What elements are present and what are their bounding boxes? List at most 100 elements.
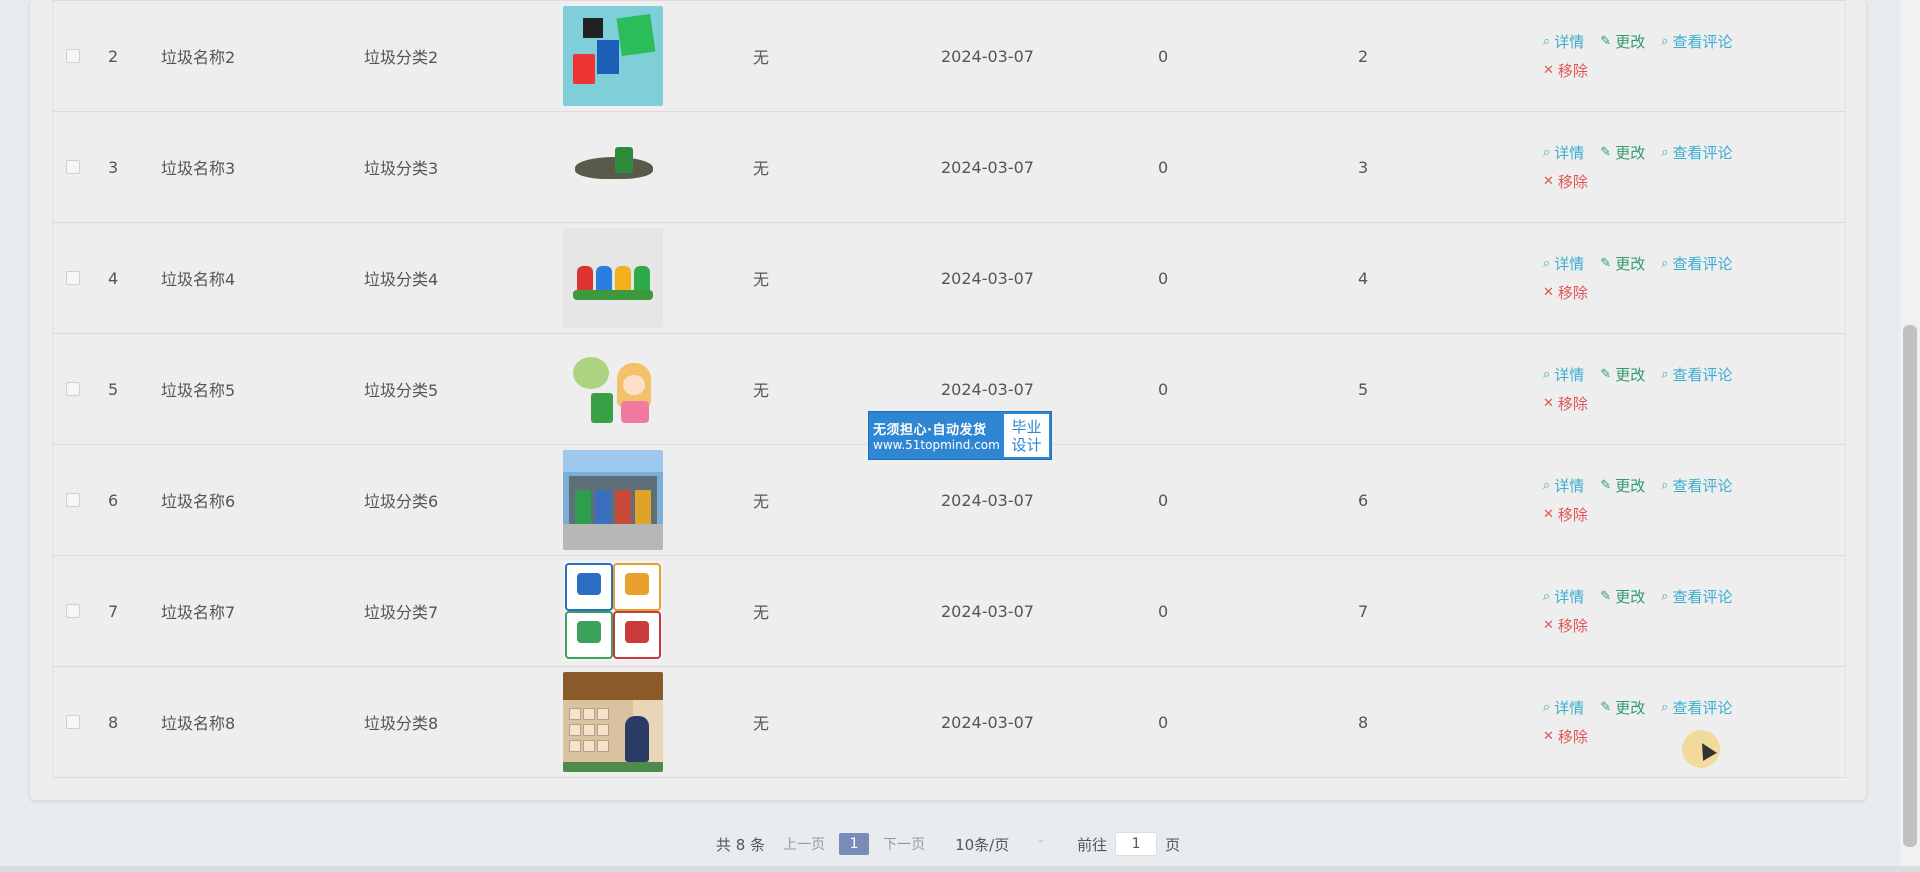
page-size-label: 10条/页 <box>955 835 1010 854</box>
review-button[interactable]: ⌕ 查看评论 <box>1661 586 1732 607</box>
review-label: 查看评论 <box>1672 255 1733 273</box>
search-icon: ⌕ <box>1543 34 1551 49</box>
remove-button[interactable]: ✕ 移除 <box>1543 171 1588 192</box>
row-date: 2024-03-07 <box>941 46 1034 66</box>
detail-button[interactable]: ⌕ 详情 <box>1543 475 1584 496</box>
trash-pile-image <box>563 117 663 217</box>
row-category: 垃圾分类2 <box>364 48 439 67</box>
row-checkbox[interactable] <box>66 715 80 729</box>
goto-page-input[interactable]: 1 <box>1115 832 1158 856</box>
row-checkbox[interactable] <box>66 271 80 285</box>
row-remark: 无 <box>753 270 770 289</box>
row-number: 3 <box>1358 157 1369 177</box>
row-date: 2024-03-07 <box>941 157 1034 177</box>
remove-label: 移除 <box>1557 506 1588 524</box>
detail-label: 详情 <box>1554 699 1585 717</box>
search-icon: ⌕ <box>1543 589 1551 604</box>
detail-button[interactable]: ⌕ 详情 <box>1543 142 1584 163</box>
watermark-line1: 无须担心·自动发货 <box>873 423 987 438</box>
row-checkbox[interactable] <box>66 604 80 618</box>
edit-button[interactable]: ✎ 更改 <box>1600 253 1645 274</box>
remove-label: 移除 <box>1557 728 1588 746</box>
row-date: 2024-03-07 <box>941 712 1034 732</box>
search-icon: ⌕ <box>1661 478 1669 493</box>
row-index: 3 <box>108 157 119 177</box>
row-index: 5 <box>108 379 119 399</box>
row-count-zero: 0 <box>1158 601 1169 621</box>
table-row: 8 垃圾名称8 垃圾分类8 无 2024-03-07 0 8 ⌕ 详情 ✎ 更改 ⌕… <box>53 667 1845 778</box>
page-number-current[interactable]: 1 <box>839 833 870 855</box>
detail-label: 详情 <box>1554 477 1585 495</box>
row-checkbox[interactable] <box>66 382 80 396</box>
search-icon: ⌕ <box>1661 145 1669 160</box>
scrollbar-thumb[interactable] <box>1903 325 1917 847</box>
row-name: 垃圾名称5 <box>161 381 236 400</box>
remove-button[interactable]: ✕ 移除 <box>1543 60 1588 81</box>
row-category: 垃圾分类7 <box>364 603 439 622</box>
row-name: 垃圾名称4 <box>161 270 236 289</box>
review-label: 查看评论 <box>1672 366 1733 384</box>
detail-button[interactable]: ⌕ 详情 <box>1543 697 1584 718</box>
row-checkbox[interactable] <box>66 493 80 507</box>
review-button[interactable]: ⌕ 查看评论 <box>1661 697 1732 718</box>
edit-icon: ✎ <box>1600 367 1612 382</box>
remove-button[interactable]: ✕ 移除 <box>1543 615 1588 636</box>
bottom-edge <box>0 866 1920 872</box>
edit-icon: ✎ <box>1600 589 1612 604</box>
row-remark: 无 <box>753 48 770 67</box>
remove-button[interactable]: ✕ 移除 <box>1543 393 1588 414</box>
review-button[interactable]: ⌕ 查看评论 <box>1661 364 1732 385</box>
detail-label: 详情 <box>1554 588 1585 606</box>
row-category: 垃圾分类6 <box>364 492 439 511</box>
remove-button[interactable]: ✕ 移除 <box>1543 504 1588 525</box>
search-icon: ⌕ <box>1661 34 1669 49</box>
detail-button[interactable]: ⌕ 详情 <box>1543 253 1584 274</box>
next-page-button[interactable]: 下一页 <box>883 834 925 854</box>
edit-button[interactable]: ✎ 更改 <box>1600 586 1645 607</box>
row-name: 垃圾名称7 <box>161 603 236 622</box>
row-index: 6 <box>108 490 119 510</box>
edit-button[interactable]: ✎ 更改 <box>1600 31 1645 52</box>
data-table: 2 垃圾名称2 垃圾分类2 无 2024-03-07 0 2 ⌕ 详情 ✎ 更改 ⌕… <box>52 0 1846 778</box>
row-index: 8 <box>108 712 119 732</box>
category-signs-image <box>563 561 663 661</box>
row-number: 2 <box>1358 46 1369 66</box>
remove-button[interactable]: ✕ 移除 <box>1543 726 1588 747</box>
edit-button[interactable]: ✎ 更改 <box>1600 475 1645 496</box>
row-remark: 无 <box>753 492 770 511</box>
table-row: 2 垃圾名称2 垃圾分类2 无 2024-03-07 0 2 ⌕ 详情 ✎ 更改 ⌕… <box>53 0 1845 112</box>
detail-label: 详情 <box>1554 255 1585 273</box>
close-icon: ✕ <box>1543 174 1554 189</box>
row-date: 2024-03-07 <box>941 268 1034 288</box>
edit-button[interactable]: ✎ 更改 <box>1600 364 1645 385</box>
edit-label: 更改 <box>1615 366 1646 384</box>
detail-button[interactable]: ⌕ 详情 <box>1543 586 1584 607</box>
row-category: 垃圾分类8 <box>364 714 439 733</box>
row-checkbox[interactable] <box>66 160 80 174</box>
search-icon: ⌕ <box>1543 367 1551 382</box>
detail-label: 详情 <box>1554 33 1585 51</box>
row-count-zero: 0 <box>1158 712 1169 732</box>
review-button[interactable]: ⌕ 查看评论 <box>1661 253 1732 274</box>
review-label: 查看评论 <box>1672 477 1733 495</box>
remove-button[interactable]: ✕ 移除 <box>1543 282 1588 303</box>
row-checkbox[interactable] <box>66 49 80 63</box>
edit-icon: ✎ <box>1600 145 1612 160</box>
goto-label: 前往 <box>1077 835 1108 854</box>
review-button[interactable]: ⌕ 查看评论 <box>1661 142 1732 163</box>
detail-label: 详情 <box>1554 366 1585 384</box>
row-remark: 无 <box>753 714 770 733</box>
remove-label: 移除 <box>1557 173 1588 191</box>
edit-button[interactable]: ✎ 更改 <box>1600 697 1645 718</box>
remove-label: 移除 <box>1557 62 1588 80</box>
prev-page-button[interactable]: 上一页 <box>783 834 825 854</box>
detail-button[interactable]: ⌕ 详情 <box>1543 364 1584 385</box>
review-button[interactable]: ⌕ 查看评论 <box>1661 475 1732 496</box>
row-category: 垃圾分类5 <box>364 381 439 400</box>
detail-button[interactable]: ⌕ 详情 <box>1543 31 1584 52</box>
page-size-select[interactable]: 10条/页 ⌄ <box>955 834 1045 855</box>
row-count-zero: 0 <box>1158 157 1169 177</box>
girl-recycling-image <box>563 339 663 439</box>
edit-button[interactable]: ✎ 更改 <box>1600 142 1645 163</box>
review-button[interactable]: ⌕ 查看评论 <box>1661 31 1732 52</box>
